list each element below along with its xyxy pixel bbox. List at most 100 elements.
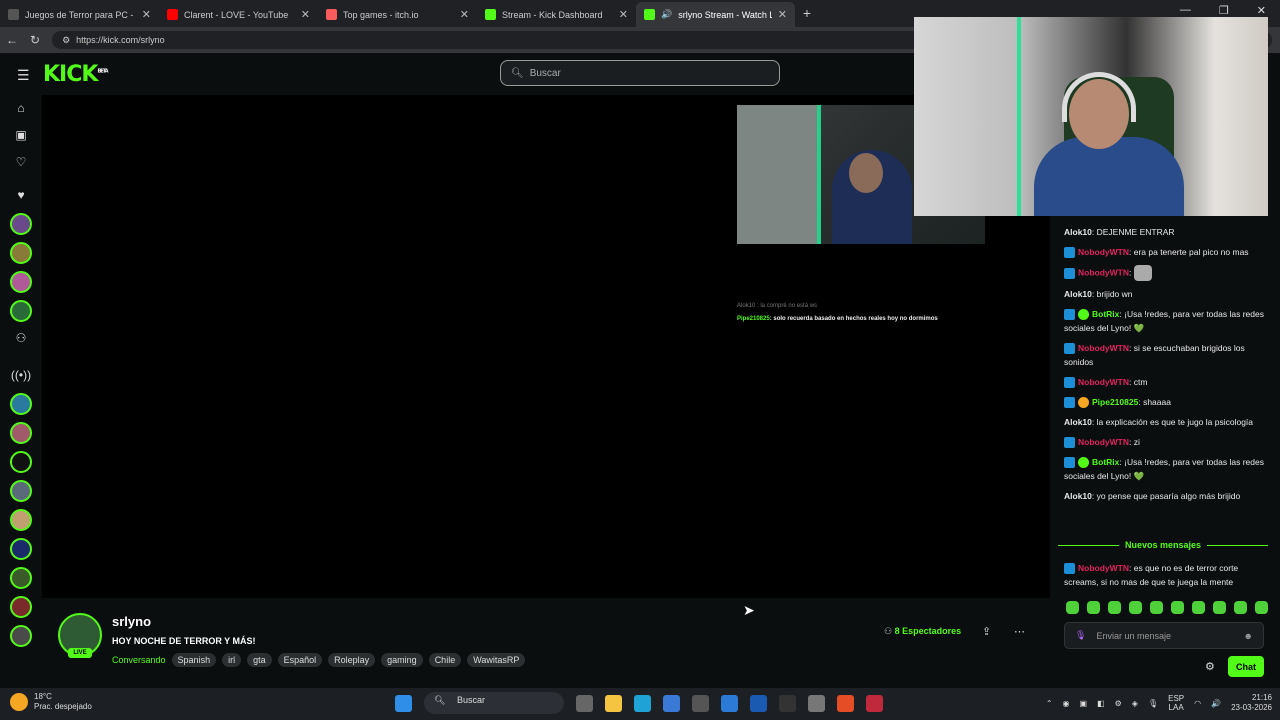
- stream-tag[interactable]: gaming: [381, 653, 423, 667]
- stream-category[interactable]: Conversando: [112, 655, 166, 665]
- stream-tag[interactable]: Roleplay: [328, 653, 376, 667]
- followed-channel-avatar[interactable]: [10, 299, 32, 322]
- recommended-channel-avatar[interactable]: [10, 595, 32, 618]
- app-icon[interactable]: [866, 694, 883, 712]
- close-tab-icon[interactable]: ✕: [460, 8, 469, 21]
- close-tab-icon[interactable]: ✕: [142, 8, 151, 21]
- streamer-name[interactable]: srlyno: [112, 614, 151, 629]
- chat-username[interactable]: Pipe210825: [1092, 397, 1138, 407]
- recommended-channel-avatar[interactable]: [10, 421, 32, 444]
- browser-tab[interactable]: Stream - Kick Dashboard ✕: [477, 2, 636, 27]
- send-chat-button[interactable]: Chat: [1228, 656, 1264, 677]
- tray-app-icon[interactable]: ▣: [1080, 699, 1088, 708]
- emoji-picker-icon[interactable]: ☻: [1244, 631, 1253, 641]
- stream-tag[interactable]: Chile: [428, 653, 462, 667]
- followed-channel-avatar[interactable]: [10, 241, 32, 264]
- brave-icon[interactable]: [837, 694, 854, 712]
- new-tab-button[interactable]: +: [795, 5, 819, 21]
- tray-app-icon[interactable]: ◧: [1097, 699, 1105, 708]
- kick-logo[interactable]: KICKBETA: [43, 62, 109, 87]
- emote-icon[interactable]: [1108, 601, 1121, 614]
- emote-icon[interactable]: [1255, 601, 1268, 614]
- task-view-icon[interactable]: [576, 694, 593, 712]
- chat-input[interactable]: 🎙 Enviar un mensaje ☻: [1064, 622, 1264, 649]
- wifi-icon[interactable]: ◠: [1194, 699, 1201, 708]
- chat-username[interactable]: Alok10: [1064, 227, 1092, 237]
- microphone-icon[interactable]: 🎙: [1148, 699, 1158, 708]
- followed-channel-avatar[interactable]: [10, 270, 32, 293]
- stream-tag[interactable]: Español: [277, 653, 323, 667]
- emote-icon[interactable]: [1234, 601, 1247, 614]
- browser-tab[interactable]: Clarent - LOVE - YouTube ✕: [159, 2, 318, 27]
- stream-tag[interactable]: gta: [247, 653, 272, 667]
- clock[interactable]: 21:16 23-03-2026: [1231, 693, 1272, 713]
- chat-settings-icon[interactable]: ⚙: [1205, 660, 1215, 673]
- search-input[interactable]: 🔍︎ Buscar: [500, 60, 780, 86]
- volume-icon[interactable]: 🔊: [1211, 699, 1221, 708]
- close-window-icon[interactable]: ✕: [1257, 4, 1266, 17]
- close-tab-icon[interactable]: ✕: [778, 8, 787, 21]
- chat-username[interactable]: NobodyWTN: [1078, 247, 1129, 257]
- emote-icon[interactable]: [1129, 601, 1142, 614]
- weather-widget[interactable]: 18°C Prac. despejado: [10, 692, 92, 712]
- chat-username[interactable]: Alok10: [1064, 289, 1092, 299]
- minimize-icon[interactable]: —: [1180, 4, 1191, 17]
- app-icon[interactable]: [750, 694, 767, 712]
- share-icon[interactable]: ⇪: [982, 625, 991, 638]
- chat-username[interactable]: BotRix: [1092, 457, 1119, 467]
- language-indicator[interactable]: ESP LAA: [1168, 694, 1184, 712]
- chat-username[interactable]: NobodyWTN: [1078, 267, 1129, 277]
- emote-icon[interactable]: [1192, 601, 1205, 614]
- browser-tab[interactable]: Juegos de Terror para PC - Página ✕: [0, 2, 159, 27]
- browser-tab-active[interactable]: 🔊 srlyno Stream - Watch Live on ✕: [636, 2, 795, 27]
- followed-channel-avatar[interactable]: [10, 212, 32, 235]
- store-icon[interactable]: [663, 694, 680, 712]
- live-radio-icon[interactable]: ((•)): [11, 362, 31, 389]
- chat-username[interactable]: BotRix: [1092, 309, 1119, 319]
- file-explorer-icon[interactable]: [605, 694, 622, 712]
- emote-icon[interactable]: [1150, 601, 1163, 614]
- tray-app-icon[interactable]: ⚙: [1115, 699, 1122, 708]
- taskbar-search[interactable]: 🔍︎ Buscar: [424, 692, 564, 714]
- chat-username[interactable]: Alok10: [1064, 491, 1092, 501]
- app-icon[interactable]: [779, 694, 796, 712]
- recommended-channel-avatar[interactable]: [10, 624, 32, 647]
- chat-username[interactable]: Alok10: [1064, 417, 1092, 427]
- stream-tag[interactable]: irl: [222, 653, 242, 667]
- browser-tab[interactable]: Top games - itch.io ✕: [318, 2, 477, 27]
- windows-start-icon[interactable]: [395, 694, 412, 712]
- browse-icon[interactable]: ▣: [15, 122, 26, 149]
- back-icon[interactable]: ←: [6, 33, 18, 47]
- stream-tag[interactable]: WawitasRP: [467, 653, 526, 667]
- app-icon[interactable]: [721, 694, 738, 712]
- home-icon[interactable]: ⌂: [17, 95, 24, 122]
- heart-icon[interactable]: ♥: [17, 182, 24, 209]
- stream-tag[interactable]: Spanish: [171, 653, 217, 667]
- recommended-channel-avatar[interactable]: [10, 479, 32, 502]
- tray-app-icon[interactable]: ◈: [1132, 699, 1138, 708]
- emote-icon[interactable]: [1171, 601, 1184, 614]
- speaker-icon[interactable]: 🔊: [661, 9, 672, 20]
- chat-username[interactable]: NobodyWTN: [1078, 377, 1129, 387]
- new-messages-divider[interactable]: Nuevos mensajes: [1058, 540, 1269, 550]
- close-tab-icon[interactable]: ✕: [619, 8, 628, 21]
- edge-icon[interactable]: [634, 694, 651, 712]
- emote-icon[interactable]: [1213, 601, 1226, 614]
- mic-icon[interactable]: 🎙: [1075, 630, 1086, 641]
- chat-username[interactable]: NobodyWTN: [1078, 563, 1129, 573]
- emote-icon[interactable]: [1066, 601, 1079, 614]
- app-icon[interactable]: [692, 694, 709, 712]
- recommended-channel-avatar[interactable]: [10, 392, 32, 415]
- maximize-icon[interactable]: ❐: [1219, 4, 1229, 17]
- reload-icon[interactable]: ↻: [30, 33, 40, 47]
- app-icon[interactable]: [808, 694, 825, 712]
- tray-app-icon[interactable]: ◉: [1063, 699, 1070, 708]
- following-icon[interactable]: ♡: [16, 149, 27, 176]
- tray-chevron-icon[interactable]: ⌃: [1046, 699, 1053, 708]
- recommended-channel-avatar[interactable]: [10, 508, 32, 531]
- recommended-channel-avatar[interactable]: [10, 537, 32, 560]
- recommended-channel-avatar[interactable]: [10, 450, 32, 473]
- more-options-icon[interactable]: ⋯: [1014, 625, 1025, 638]
- recommended-channel-avatar[interactable]: [10, 566, 32, 589]
- close-tab-icon[interactable]: ✕: [301, 8, 310, 21]
